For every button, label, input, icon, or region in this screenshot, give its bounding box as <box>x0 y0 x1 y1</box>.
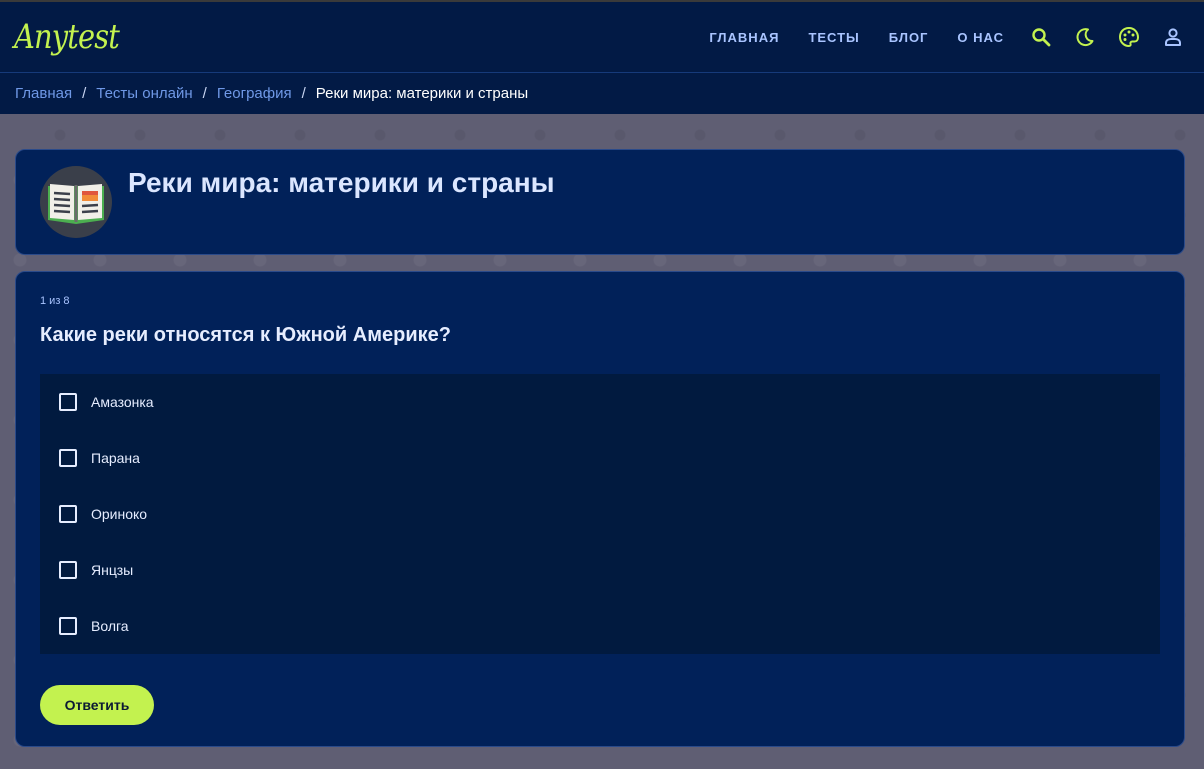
nav-item-blog[interactable]: БЛОГ <box>889 30 929 45</box>
answer-checkbox[interactable] <box>59 393 77 411</box>
answer-label: Волга <box>91 618 129 634</box>
breadcrumb-separator: / <box>82 85 87 102</box>
breadcrumb-current: Реки мира: материки и страны <box>315 85 529 102</box>
answer-label: Амазонка <box>91 394 154 410</box>
answer-checkbox[interactable] <box>59 561 77 579</box>
breadcrumb-link-geography[interactable]: География <box>217 85 292 102</box>
nav-item-home[interactable]: ГЛАВНАЯ <box>709 30 779 45</box>
nav-item-tests[interactable]: ТЕСТЫ <box>808 30 859 45</box>
breadcrumb-separator: / <box>301 85 306 102</box>
navbar: Anytest ГЛАВНАЯ ТЕСТЫ БЛОГ О НАС <box>0 2 1204 73</box>
question-text: Какие реки относятся к Южной Америке? <box>40 324 451 346</box>
quiz-card: 1 из 8 Какие реки относятся к Южной Амер… <box>15 271 1185 747</box>
main-menu: ГЛАВНАЯ ТЕСТЫ БЛОГ О НАС <box>709 26 1184 48</box>
open-book-icon <box>40 166 112 238</box>
search-icon[interactable] <box>1030 26 1052 48</box>
breadcrumb: Главная / Тесты онлайн / География / Рек… <box>0 73 1204 114</box>
answer-checkbox[interactable] <box>59 617 77 635</box>
answer-option[interactable]: Парана <box>40 430 1160 486</box>
nav-item-about[interactable]: О НАС <box>957 30 1004 45</box>
palette-icon[interactable] <box>1118 26 1140 48</box>
test-header-card: Реки мира: материки и страны <box>15 149 1185 255</box>
site-logo[interactable]: Anytest <box>14 20 120 54</box>
question-progress: 1 из 8 <box>40 295 70 307</box>
answer-option[interactable]: Янцзы <box>40 542 1160 598</box>
user-icon[interactable] <box>1162 26 1184 48</box>
breadcrumb-separator: / <box>202 85 207 102</box>
answer-option[interactable]: Волга <box>40 598 1160 654</box>
answer-checkbox[interactable] <box>59 505 77 523</box>
breadcrumb-link-home[interactable]: Главная <box>15 85 72 102</box>
answer-checkbox[interactable] <box>59 449 77 467</box>
answer-label: Парана <box>91 450 140 466</box>
answer-option[interactable]: Ориноко <box>40 486 1160 542</box>
moon-icon[interactable] <box>1074 26 1096 48</box>
answer-label: Ориноко <box>91 506 148 522</box>
answer-options: Амазонка Парана Ориноко Янцзы Волга <box>40 374 1160 654</box>
header-icons <box>1030 26 1184 48</box>
page-title: Реки мира: материки и страны <box>128 167 555 198</box>
answer-label: Янцзы <box>91 562 134 578</box>
answer-option[interactable]: Амазонка <box>40 374 1160 430</box>
submit-answer-button[interactable]: Ответить <box>40 685 154 725</box>
breadcrumb-link-tests[interactable]: Тесты онлайн <box>96 85 192 102</box>
